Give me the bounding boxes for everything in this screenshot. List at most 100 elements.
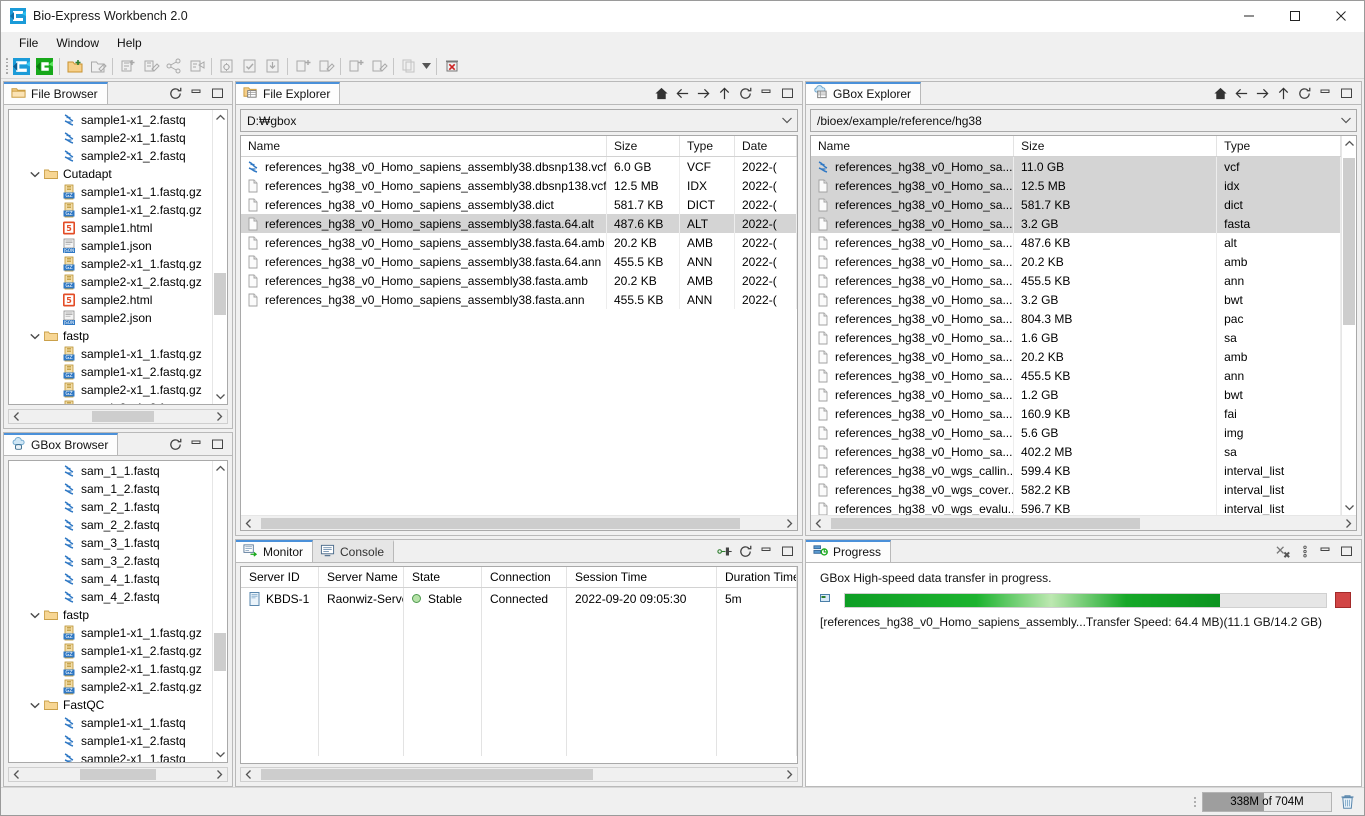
monitor-rows[interactable]: KBDS-1 Raonwiz-Server Stable Connected 2022-… [241, 588, 797, 756]
column-header[interactable]: Connection [482, 567, 567, 587]
home-icon[interactable] [652, 83, 671, 104]
edit-dataset-icon[interactable] [367, 55, 390, 77]
chevron-down-icon[interactable] [1336, 117, 1356, 124]
new-sample-icon[interactable] [291, 55, 314, 77]
tree-item[interactable]: GZ sample2-x1_2.fastq.gz [9, 399, 212, 404]
column-header[interactable]: Server ID [241, 567, 319, 587]
column-header[interactable]: Session Time [567, 567, 717, 587]
bioexpress-connect-icon[interactable] [10, 55, 33, 77]
minimize-view-icon[interactable] [1316, 83, 1335, 104]
edit-workflow-icon[interactable] [139, 55, 162, 77]
maximize-button[interactable] [1272, 1, 1318, 32]
file-explorer-table[interactable]: Name Size Type Date references_hg38_v0_Homo… [241, 136, 797, 515]
close-button[interactable] [1318, 1, 1364, 32]
tree-item[interactable]: GZ sample1-x1_2.fastq.gz [9, 201, 212, 219]
scroll-right-icon[interactable] [782, 518, 797, 528]
gbox-explorer-hscrollbar[interactable] [811, 515, 1356, 530]
maximize-view-icon[interactable] [778, 541, 797, 562]
table-row[interactable]: references_hg38_v0_Homo_sa... 1.2 GB bwt [811, 385, 1341, 404]
tree-twisty-expanded-icon[interactable] [27, 333, 43, 340]
gbox-explorer-path-combo[interactable]: /bioex/example/reference/hg38 [810, 109, 1357, 132]
column-header[interactable]: Name [811, 136, 1015, 156]
tree-item[interactable]: sam_1_2.fastq [9, 480, 212, 498]
tree-item[interactable]: sam_4_2.fastq [9, 588, 212, 606]
column-header[interactable]: State [404, 567, 482, 587]
tree-item[interactable]: sam_3_1.fastq [9, 534, 212, 552]
up-icon[interactable] [1274, 83, 1293, 104]
stop-button[interactable] [1335, 592, 1351, 608]
refresh-icon[interactable] [166, 83, 185, 104]
maximize-view-icon[interactable] [1337, 83, 1356, 104]
maximize-view-icon[interactable] [208, 83, 227, 104]
scroll-right-icon[interactable] [212, 412, 227, 421]
vscroll-thumb[interactable] [214, 272, 226, 316]
minimize-view-icon[interactable] [757, 83, 776, 104]
scroll-down-icon[interactable] [213, 389, 227, 404]
up-icon[interactable] [715, 83, 734, 104]
tree-item[interactable]: GZ sample1-x1_1.fastq.gz [9, 624, 212, 642]
scroll-down-icon[interactable] [213, 747, 227, 762]
table-row[interactable]: references_hg38_v0_Homo_sa... 402.2 MB sa [811, 442, 1341, 461]
table-row[interactable]: references_hg38_v0_Homo_sa... 12.5 MB idx [811, 176, 1341, 195]
delete-icon[interactable] [440, 55, 463, 77]
monitor-header[interactable]: Server ID Server Name State Connection Sessi… [241, 567, 797, 588]
tab-monitor[interactable]: Monitor [236, 540, 314, 562]
scroll-left-icon[interactable] [9, 412, 24, 421]
scroll-left-icon[interactable] [811, 518, 826, 528]
vscroll-track[interactable] [1342, 151, 1356, 500]
gbox-explorer-header[interactable]: Name Size Type [811, 136, 1341, 157]
toolbar-grip[interactable] [3, 58, 10, 74]
gbox-browser-tree[interactable]: sam_1_1.fastq sam_1_2.fastq sam_2_1.fastq s… [9, 461, 212, 762]
scroll-left-icon[interactable] [241, 518, 256, 528]
menu-window[interactable]: Window [47, 34, 108, 52]
minimize-view-icon[interactable] [757, 541, 776, 562]
trash-icon[interactable] [1336, 791, 1358, 813]
column-header[interactable]: Type [1217, 136, 1341, 156]
tree-item[interactable]: GZ sample2-x1_1.fastq.gz [9, 255, 212, 273]
file-explorer-path-value[interactable]: D:₩gbox [241, 114, 777, 128]
home-icon[interactable] [1211, 83, 1230, 104]
maximize-view-icon[interactable] [1337, 541, 1356, 562]
column-header[interactable]: Name [241, 136, 607, 156]
tab-file-browser[interactable]: File Browser [4, 82, 108, 104]
tab-gbox-browser[interactable]: GBox Browser [4, 433, 119, 455]
scroll-right-icon[interactable] [1341, 518, 1356, 528]
vscroll-thumb[interactable] [214, 633, 226, 672]
scroll-up-icon[interactable] [1342, 136, 1356, 151]
refresh-icon[interactable] [166, 434, 185, 455]
scroll-right-icon[interactable] [212, 770, 227, 779]
tab-gbox-explorer[interactable]: GBox Explorer [806, 82, 922, 104]
table-row[interactable]: references_hg38_v0_Homo_sapiens_assembly… [241, 252, 797, 271]
run-analysis-icon[interactable] [215, 55, 238, 77]
connect-server-icon[interactable] [715, 541, 734, 562]
tree-item[interactable]: sam_2_2.fastq [9, 516, 212, 534]
hscroll-track[interactable] [256, 517, 782, 530]
table-row[interactable]: references_hg38_v0_Homo_sa... 5.6 GB img [811, 423, 1341, 442]
table-row[interactable]: references_hg38_v0_Homo_sa... 804.3 MB pac [811, 309, 1341, 328]
hscroll-track[interactable] [24, 768, 212, 781]
gbox-explorer-path-value[interactable]: /bioex/example/reference/hg38 [811, 114, 1336, 128]
tree-item[interactable]: sam_2_1.fastq [9, 498, 212, 516]
vscroll-track[interactable] [213, 125, 227, 389]
import-analysis-icon[interactable] [261, 55, 284, 77]
hscroll-thumb[interactable] [80, 769, 156, 780]
tree-item[interactable]: GZ sample2-x1_2.fastq.gz [9, 678, 212, 696]
file-browser-tree[interactable]: sample1-x1_2.fastq sample2-x1_1.fastq samp… [9, 110, 212, 404]
share-workflow-icon[interactable] [162, 55, 185, 77]
tree-item[interactable]: sample1-x1_2.fastq [9, 111, 212, 129]
table-row[interactable]: references_hg38_v0_Homo_sa... 11.0 GB vcf [811, 157, 1341, 176]
table-row[interactable]: references_hg38_v0_Homo_sa... 1.6 GB sa [811, 328, 1341, 347]
new-dataset-icon[interactable] [344, 55, 367, 77]
table-row[interactable]: references_hg38_v0_Homo_sa... 581.7 KB dic… [811, 195, 1341, 214]
tree-item[interactable]: GZ sample2-x1_1.fastq.gz [9, 381, 212, 399]
scroll-right-icon[interactable] [782, 770, 797, 779]
tree-item[interactable]: GZ sample2-x1_2.fastq.gz [9, 273, 212, 291]
scroll-up-icon[interactable] [213, 110, 227, 125]
back-icon[interactable] [1232, 83, 1251, 104]
tree-item[interactable]: FastQC [9, 696, 212, 714]
tree-item[interactable]: GZ sample1-x1_2.fastq.gz [9, 363, 212, 381]
tree-item[interactable]: sample2-x1_1.fastq [9, 129, 212, 147]
view-menu-icon[interactable] [1295, 541, 1314, 562]
gbox-browser-hscrollbar[interactable] [8, 767, 228, 782]
table-row[interactable]: references_hg38_v0_Homo_sapiens_assembly… [241, 157, 797, 176]
